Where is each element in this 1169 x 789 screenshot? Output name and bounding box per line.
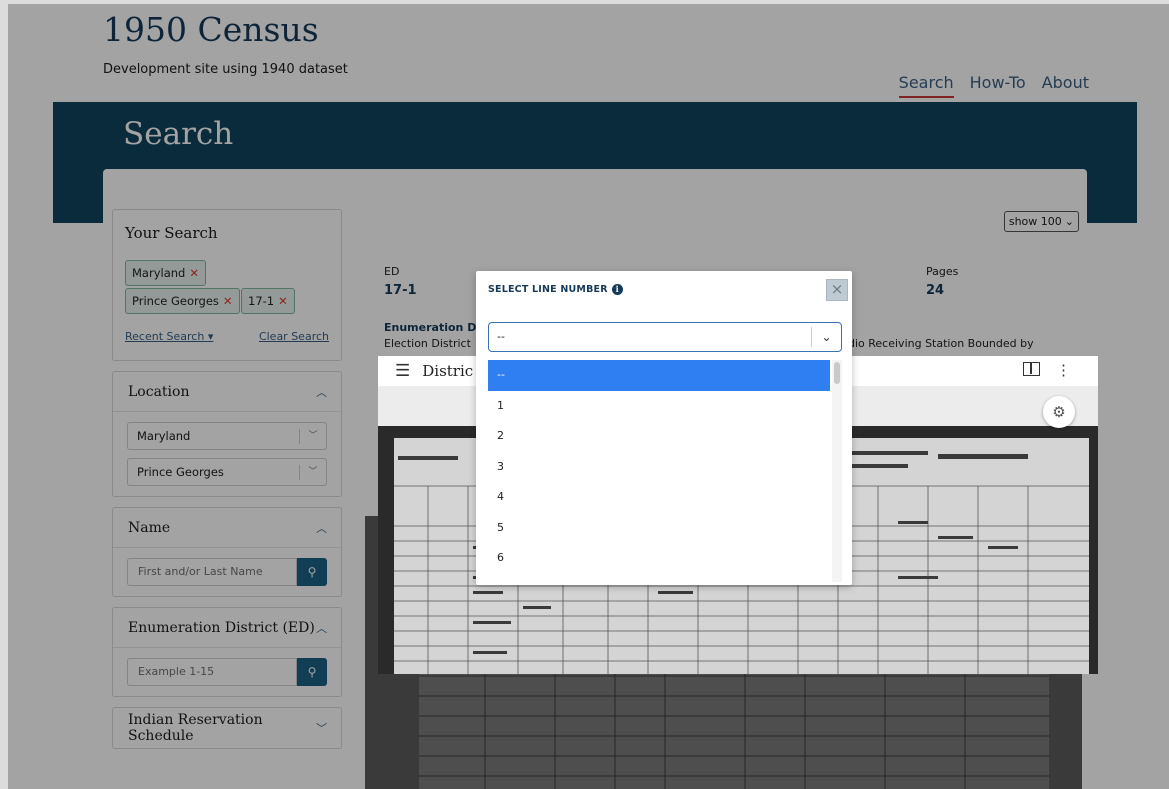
close-icon[interactable]: × [826,279,848,301]
option-6[interactable]: 6 [488,543,830,574]
viewer-title: Distric [422,362,474,380]
line-number-select[interactable]: -- ⌄ [488,322,842,352]
line-number-value: -- [497,330,505,343]
more-options-icon[interactable]: ⋮ [1056,361,1071,379]
option-5[interactable]: 5 [488,513,830,544]
menu-icon[interactable]: ☰ [395,361,410,381]
page: 1950 Census Development site using 1940 … [8,4,1169,789]
option-4[interactable]: 4 [488,482,830,513]
option-3[interactable]: 3 [488,452,830,483]
option-2[interactable]: 2 [488,421,830,452]
split-view-icon[interactable] [1023,362,1040,376]
options-scrollbar[interactable] [832,360,842,582]
info-icon[interactable]: i [611,284,623,295]
chevron-down-icon: ⌄ [811,327,841,347]
select-line-modal: SELECT LINE NUMBER i × -- ⌄ -- 1 2 3 4 5… [476,271,852,585]
modal-heading: SELECT LINE NUMBER i [488,284,623,295]
line-number-options: -- 1 2 3 4 5 6 [488,360,830,582]
option-blank[interactable]: -- [488,360,830,391]
option-1[interactable]: 1 [488,391,830,422]
adjust-icon[interactable]: ⚙ [1043,396,1075,428]
modal-heading-text: SELECT LINE NUMBER [488,284,608,295]
